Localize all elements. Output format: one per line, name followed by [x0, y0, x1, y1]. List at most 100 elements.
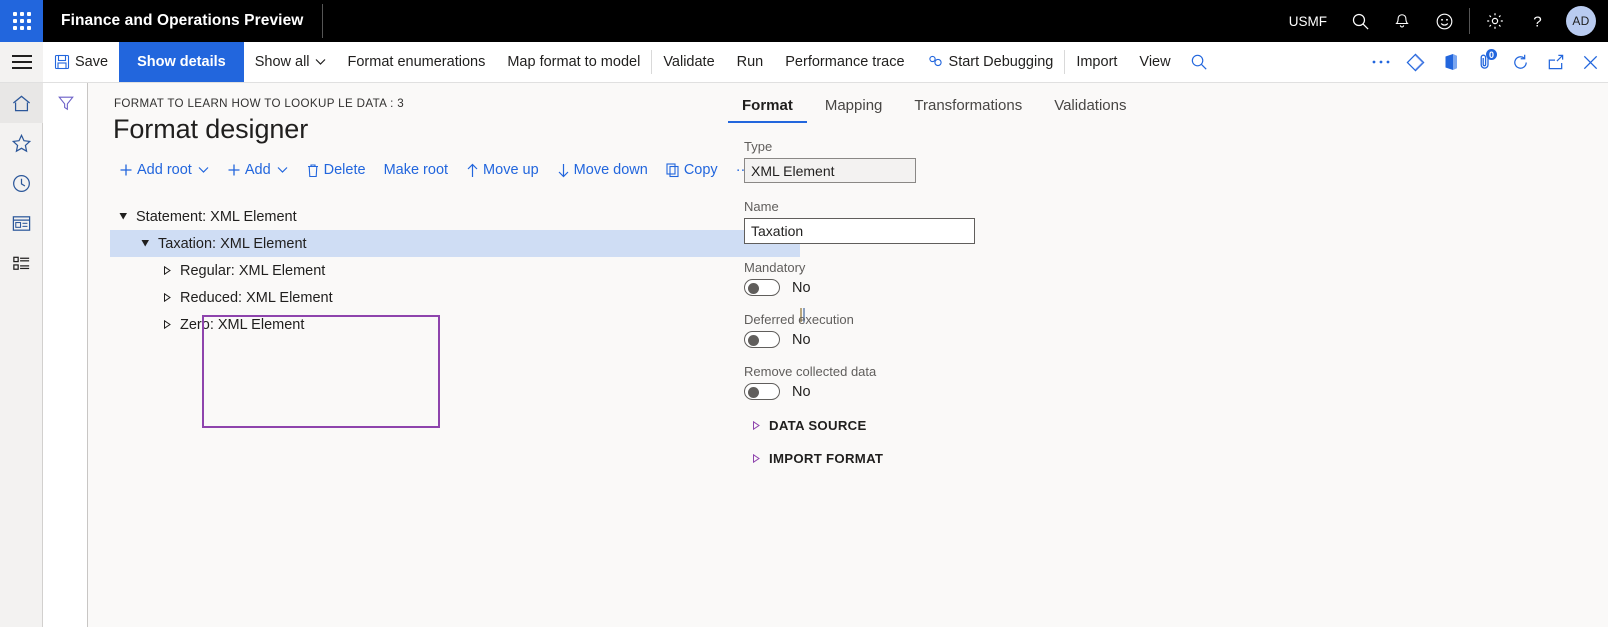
topbar-divider — [322, 4, 323, 38]
remove-collected-data-toggle[interactable] — [744, 383, 780, 400]
app-launcher-button[interactable] — [0, 0, 43, 42]
view-button[interactable]: View — [1128, 42, 1181, 82]
type-field: Type XML Element — [728, 139, 1608, 183]
copy-label: Copy — [683, 162, 718, 178]
arrow-up-icon — [466, 163, 479, 178]
filter-strip — [43, 83, 88, 627]
remove-collected-data-field: Remove collected data No — [728, 364, 1608, 400]
tab-mapping[interactable]: Mapping — [811, 91, 897, 123]
tree-row[interactable]: Statement: XML Element — [110, 203, 800, 230]
toggle-knob — [748, 334, 759, 346]
sidebar-item-recent[interactable] — [0, 163, 43, 203]
details-tabs: Format Mapping Transformations Validatio… — [728, 83, 1608, 123]
add-button[interactable]: Add — [218, 159, 297, 181]
tree-node-label: Reduced: XML Element — [180, 289, 333, 306]
sidebar-item-home[interactable] — [0, 83, 43, 123]
svg-text:?: ? — [1533, 13, 1541, 30]
section-data-source[interactable]: DATA SOURCE — [728, 418, 1608, 433]
map-format-to-model-button[interactable]: Map format to model — [496, 42, 651, 82]
nav-menu-toggle-button[interactable] — [0, 42, 43, 82]
name-input[interactable]: Taxation — [744, 218, 975, 244]
tree-row[interactable]: Taxation: XML Element — [110, 230, 800, 257]
feedback-smiley-icon[interactable] — [1423, 0, 1465, 42]
section-import-format[interactable]: IMPORT FORMAT — [728, 451, 1608, 466]
tab-format[interactable]: Format — [728, 91, 807, 123]
import-button[interactable]: Import — [1065, 42, 1128, 82]
format-tree: Statement: XML Element Taxation: XML Ele… — [110, 203, 800, 338]
move-down-label: Move down — [573, 162, 648, 178]
arrow-down-icon — [557, 163, 570, 178]
company-selector[interactable]: USMF — [1277, 14, 1339, 29]
app-title: Finance and Operations Preview — [61, 12, 304, 29]
command-search-icon[interactable] — [1182, 42, 1217, 82]
settings-gear-icon[interactable] — [1474, 0, 1516, 42]
section-label: IMPORT FORMAT — [769, 451, 884, 466]
add-root-label: Add root — [137, 162, 192, 178]
remove-collected-data-label: Remove collected data — [744, 364, 877, 379]
expanded-twisty-icon[interactable] — [136, 239, 154, 248]
tree-row[interactable]: Zero: XML Element — [110, 311, 800, 338]
delete-label: Delete — [323, 162, 366, 178]
filter-funnel-icon[interactable] — [43, 83, 88, 123]
add-root-button[interactable]: Add root — [110, 159, 218, 181]
open-in-new-window-icon[interactable] — [1538, 42, 1573, 82]
show-all-label: Show all — [254, 54, 310, 70]
tree-node-label: Taxation: XML Element — [158, 235, 307, 252]
deferred-execution-field: Deferred execution No — [728, 312, 1608, 348]
show-all-dropdown[interactable]: Show all — [244, 42, 337, 82]
add-label: Add — [244, 162, 271, 178]
collapsed-twisty-icon[interactable] — [158, 293, 176, 302]
type-label: Type — [744, 139, 773, 154]
sidebar-item-favorites[interactable] — [0, 123, 43, 163]
collapsed-twisty-icon[interactable] — [158, 320, 176, 329]
search-icon[interactable] — [1339, 0, 1381, 42]
deferred-execution-label: Deferred execution — [744, 312, 854, 327]
collapsed-twisty-icon[interactable] — [158, 266, 176, 275]
office-apps-icon[interactable] — [1433, 42, 1468, 82]
tree-row[interactable]: Regular: XML Element — [110, 257, 800, 284]
validate-button[interactable]: Validate — [652, 42, 725, 82]
move-down-button[interactable]: Move down — [548, 159, 657, 181]
avatar[interactable]: AD — [1566, 6, 1596, 36]
command-bar-right-group: 0 — [1363, 42, 1608, 82]
chevron-down-icon — [315, 58, 326, 66]
top-navigation-bar: Finance and Operations Preview USMF ? AD — [0, 0, 1608, 42]
run-button[interactable]: Run — [726, 42, 775, 82]
mandatory-toggle-row: No — [744, 279, 1608, 296]
more-options-icon[interactable] — [1363, 42, 1398, 82]
sidebar-item-workspaces[interactable] — [0, 203, 43, 243]
delete-button[interactable]: Delete — [297, 159, 375, 181]
deferred-execution-toggle[interactable] — [744, 331, 780, 348]
help-question-icon[interactable]: ? — [1516, 0, 1558, 42]
tree-row[interactable]: Reduced: XML Element — [110, 284, 800, 311]
tree-node-label: Zero: XML Element — [180, 316, 305, 333]
copy-button[interactable]: Copy — [657, 159, 727, 181]
sidebar-item-modules[interactable] — [0, 243, 43, 283]
move-up-button[interactable]: Move up — [457, 159, 548, 181]
start-debugging-button[interactable]: Start Debugging — [916, 42, 1065, 82]
remove-collected-data-toggle-row: No — [744, 383, 1608, 400]
expanded-twisty-icon[interactable] — [114, 212, 132, 221]
left-navigation-rail — [0, 83, 43, 627]
make-root-button[interactable]: Make root — [375, 159, 457, 181]
deferred-execution-toggle-row: No — [744, 331, 1608, 348]
refresh-icon[interactable] — [1503, 42, 1538, 82]
tab-transformations[interactable]: Transformations — [900, 91, 1036, 123]
deferred-execution-value: No — [792, 331, 811, 348]
details-pane: Format Mapping Transformations Validatio… — [727, 83, 1608, 627]
toggle-knob — [748, 282, 759, 294]
chevron-down-icon — [277, 166, 288, 174]
close-icon[interactable] — [1573, 42, 1608, 82]
attachments-icon[interactable]: 0 — [1468, 42, 1503, 82]
tab-validations[interactable]: Validations — [1040, 91, 1140, 123]
mandatory-toggle[interactable] — [744, 279, 780, 296]
format-enumerations-button[interactable]: Format enumerations — [337, 42, 497, 82]
topbar-icon-divider — [1469, 8, 1470, 34]
power-platform-diamond-icon[interactable] — [1398, 42, 1433, 82]
notification-bell-icon[interactable] — [1381, 0, 1423, 42]
save-button[interactable]: Save — [43, 42, 119, 82]
start-debugging-label: Start Debugging — [948, 54, 1054, 70]
show-details-button[interactable]: Show details — [119, 42, 244, 82]
type-value: XML Element — [744, 158, 916, 183]
performance-trace-button[interactable]: Performance trace — [774, 42, 915, 82]
